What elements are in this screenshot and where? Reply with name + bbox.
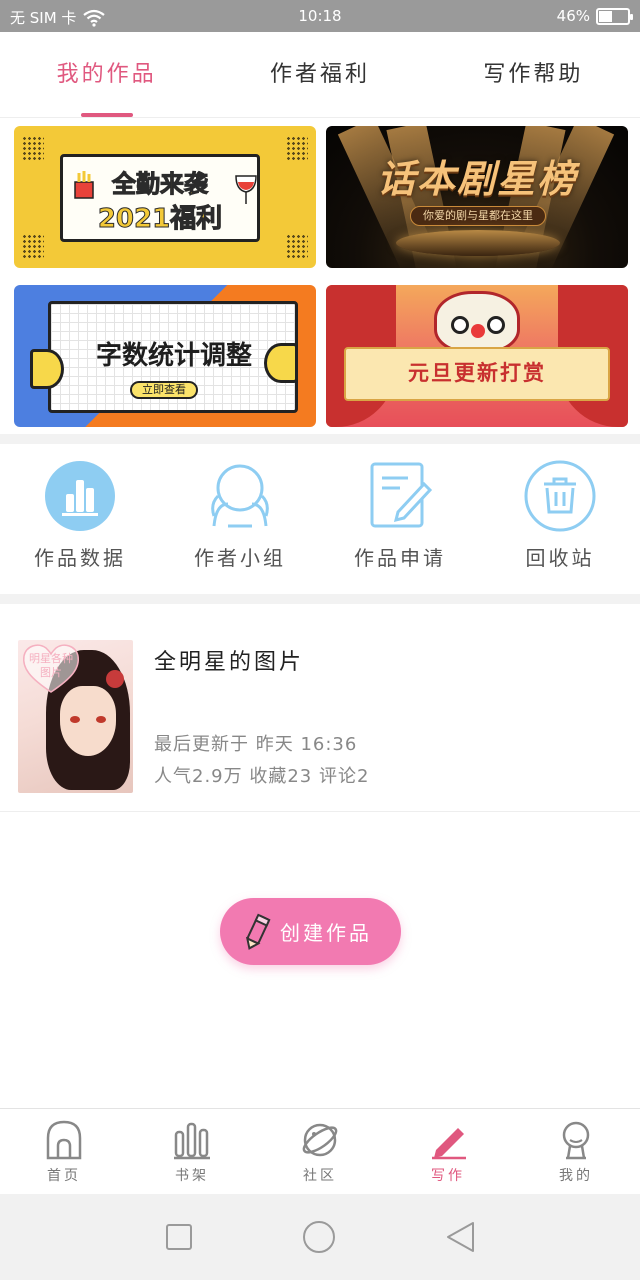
tab-writing-help[interactable]: 写作帮助 (427, 32, 640, 117)
profile-icon (562, 1121, 590, 1160)
work-cover-image[interactable]: 明星各种图片 (18, 640, 133, 793)
battery-icon (596, 7, 633, 25)
group-avatar-icon (211, 464, 269, 528)
create-work-label: 创建作品 (280, 921, 372, 945)
quick-action-work-apply[interactable]: 作品申请 (320, 460, 480, 594)
bottom-tab-label: 书架 (175, 1168, 209, 1184)
work-list-item[interactable]: 明星各种图片 全明星的图片 最后更新于 昨天 16:36 人气2.9万 收藏23… (0, 604, 640, 812)
work-stats: 人气2.9万 收藏23 评论2 (154, 766, 370, 787)
banner-new-year-reward[interactable]: 元旦更新打赏 (326, 284, 628, 427)
quick-action-work-data[interactable]: 作品数据 (0, 460, 160, 594)
trash-icon (524, 460, 596, 532)
dot-pattern (286, 234, 308, 260)
home-circle-icon[interactable] (302, 1220, 336, 1254)
bottom-tab-label: 社区 (303, 1168, 337, 1184)
system-nav-bar (0, 1194, 640, 1280)
bottom-tab-label: 我的 (559, 1168, 593, 1184)
work-updated-time: 最后更新于 昨天 16:36 (154, 734, 358, 755)
bottom-tab-bookshelf[interactable]: 书架 (128, 1109, 256, 1194)
banner-title: 字数统计调整 (95, 340, 252, 371)
bookshelf-icon (174, 1122, 210, 1160)
tab-author-benefits[interactable]: 作者福利 (213, 32, 426, 117)
bottom-tab-community[interactable]: 社区 (256, 1109, 384, 1194)
bottom-tab-label: 写作 (431, 1168, 465, 1184)
dot-pattern (286, 136, 308, 162)
banner-title-line2: 2021福利 (97, 204, 223, 235)
pen-icon (432, 1128, 466, 1160)
planet-icon (302, 1123, 338, 1157)
quick-action-label: 作者小组 (194, 546, 286, 570)
recent-apps-icon[interactable] (165, 1223, 193, 1251)
quick-action-label: 回收站 (525, 546, 595, 570)
bottom-tab-label: 首页 (47, 1168, 81, 1184)
banner-attendance-bonus[interactable]: 全勤来袭 2021福利 (14, 126, 316, 268)
quick-action-recycle-bin[interactable]: 回收站 (480, 460, 640, 594)
view-now-button[interactable]: 立即查看 (130, 380, 198, 399)
tab-my-works[interactable]: 我的作品 (0, 32, 213, 117)
section-divider (0, 594, 640, 604)
megaphone-icon (30, 348, 64, 389)
quick-action-label: 作品数据 (34, 546, 126, 570)
status-time: 10:18 (298, 7, 342, 25)
pencil-icon (245, 913, 271, 950)
banner-title: 元旦更新打赏 (408, 360, 546, 385)
back-icon[interactable] (445, 1221, 475, 1253)
dot-pattern (22, 234, 44, 260)
bottom-tab-write[interactable]: 写作 (384, 1109, 512, 1194)
section-divider (0, 434, 640, 444)
top-tab-bar: 我的作品 作者福利 写作帮助 (0, 32, 640, 118)
bottom-tab-bar: 首页 书架 社区 写作 我的 (0, 1108, 640, 1194)
bottom-tab-home[interactable]: 首页 (0, 1109, 128, 1194)
bottom-tab-profile[interactable]: 我的 (512, 1109, 640, 1194)
banner-title: 话本剧星榜 (376, 157, 577, 201)
battery-percent: 46% (556, 7, 590, 25)
lion-dance-icon (434, 290, 520, 353)
banner-subtitle: 你爱的剧与星都在这里 (410, 206, 546, 226)
stage-podium (396, 230, 560, 256)
work-title[interactable]: 全明星的图片 (154, 644, 304, 676)
home-icon (46, 1120, 82, 1160)
dot-pattern (22, 136, 44, 162)
cover-text: 明星各种图片 (29, 652, 73, 679)
quick-action-author-group[interactable]: 作者小组 (160, 460, 320, 594)
banner-word-count[interactable]: 字数统计调整 立即查看 (14, 284, 316, 427)
banner-title-line1: 全勤来袭 (112, 170, 209, 199)
status-bar: 无 SIM 卡 10:18 46% (0, 0, 640, 32)
quick-actions: 作品数据 作者小组 作品申请 回收站 (0, 444, 640, 594)
create-work-button[interactable]: 创建作品 (220, 898, 401, 965)
banner-grid: 全勤来袭 2021福利 话本剧星榜 你爱的剧与星都在这里 字数统计调整 立即查看… (0, 118, 640, 434)
edit-document-icon (370, 462, 433, 528)
bar-chart-icon (45, 461, 115, 531)
quick-action-label: 作品申请 (354, 546, 446, 570)
banner-star-ranking[interactable]: 话本剧星榜 你爱的剧与星都在这里 (326, 126, 628, 268)
